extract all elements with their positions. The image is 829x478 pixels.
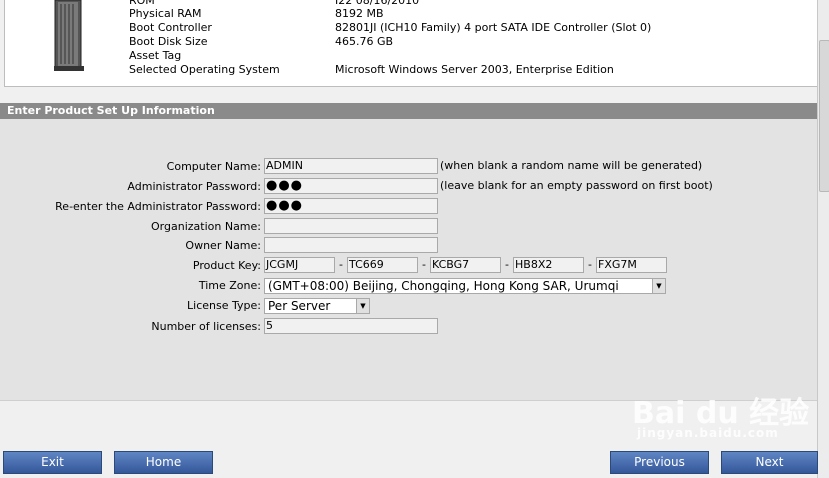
chevron-down-icon[interactable]: ▼ [652, 279, 665, 293]
computer-name-input[interactable]: ADMIN [264, 158, 438, 174]
computer-name-hint: (when blank a random name will be genera… [440, 159, 703, 172]
info-label-asset-tag: Asset Tag [129, 49, 182, 62]
home-button[interactable]: Home [114, 451, 213, 474]
time-zone-label: Time Zone: [198, 279, 261, 292]
owner-name-label: Owner Name: [185, 239, 261, 252]
info-value-os: Microsoft Windows Server 2003, Enterpris… [335, 63, 614, 76]
info-value-ram: 8192 MB [335, 7, 384, 20]
admin-password-confirm-label: Re-enter the Administrator Password: [55, 200, 261, 213]
product-key-part-5[interactable]: FXG7M [596, 257, 667, 273]
admin-password-hint: (leave blank for an empty password on fi… [440, 179, 713, 192]
license-type-value: Per Server [268, 299, 331, 313]
server-image [54, 0, 84, 71]
license-type-label: License Type: [187, 299, 261, 312]
time-zone-value: (GMT+08:00) Beijing, Chongqing, Hong Kon… [268, 279, 619, 293]
num-licenses-input[interactable]: 5 [264, 318, 438, 334]
product-key-part-1[interactable]: JCGMJ [264, 257, 335, 273]
watermark-url: jingyan.baidu.com [637, 426, 779, 440]
admin-password-confirm-input[interactable]: ●●● [264, 198, 438, 214]
num-licenses-label: Number of licenses: [151, 320, 261, 333]
product-key-label: Product Key: [192, 259, 261, 272]
info-label-boot-controller: Boot Controller [129, 21, 212, 34]
organization-name-input[interactable] [264, 218, 438, 234]
previous-button[interactable]: Previous [610, 451, 709, 474]
scrollbar-thumb[interactable] [819, 40, 829, 192]
admin-password-input[interactable]: ●●● [264, 178, 438, 194]
exit-button[interactable]: Exit [3, 451, 102, 474]
product-key-separator: - [339, 258, 343, 271]
info-label-ram: Physical RAM [129, 7, 202, 20]
info-label-boot-disk: Boot Disk Size [129, 35, 208, 48]
vertical-scrollbar[interactable] [817, 0, 829, 478]
organization-name-label: Organization Name: [151, 220, 261, 233]
product-key-part-4[interactable]: HB8X2 [513, 257, 584, 273]
baidu-watermark: Bai du 经验 jingyan.baidu.com [632, 388, 812, 448]
system-info-panel: ROM I22 08/16/2010 Physical RAM 8192 MB … [4, 0, 819, 87]
chevron-down-icon[interactable]: ▼ [356, 299, 369, 313]
next-button[interactable]: Next [721, 451, 818, 474]
computer-name-label: Computer Name: [166, 160, 261, 173]
admin-password-label: Administrator Password: [127, 180, 261, 193]
product-key-part-2[interactable]: TC669 [347, 257, 418, 273]
time-zone-select[interactable]: (GMT+08:00) Beijing, Chongqing, Hong Kon… [264, 278, 666, 294]
product-key-separator: - [588, 258, 592, 271]
section-header: Enter Product Set Up Information [0, 103, 817, 119]
owner-name-input[interactable] [264, 237, 438, 253]
product-key-separator: - [505, 258, 509, 271]
license-type-select[interactable]: Per Server ▼ [264, 298, 370, 314]
info-value-boot-controller: 82801JI (ICH10 Family) 4 port SATA IDE C… [335, 21, 652, 34]
product-key-part-3[interactable]: KCBG7 [430, 257, 501, 273]
info-value-boot-disk: 465.76 GB [335, 35, 394, 48]
info-label-os: Selected Operating System [129, 63, 280, 76]
product-key-separator: - [422, 258, 426, 271]
